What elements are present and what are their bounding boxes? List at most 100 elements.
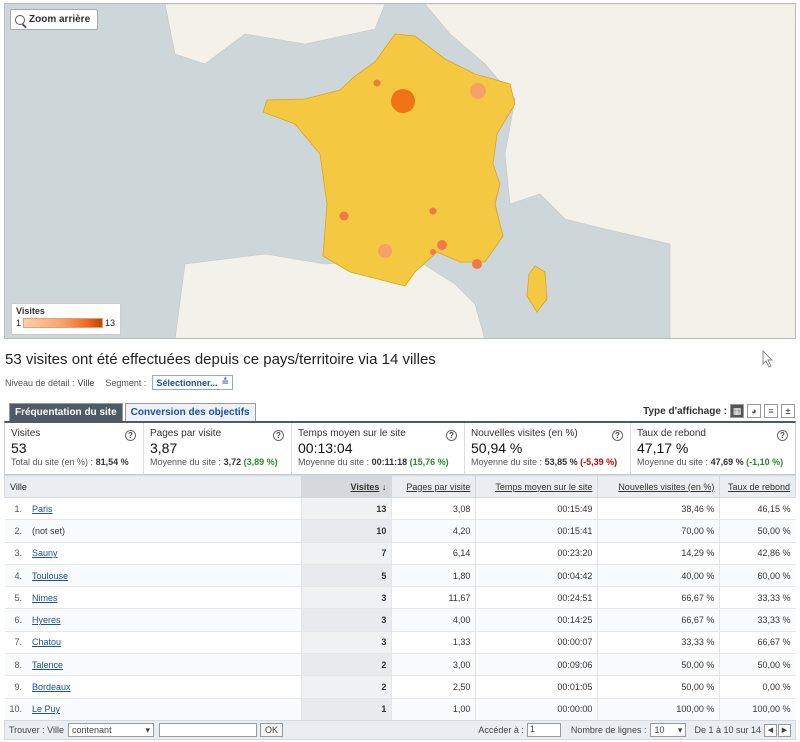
table-row: 5. Nimes 3 11,67 00:24:51 66,67 % 33,33 % <box>4 586 796 610</box>
range-label: De 1 à 10 sur 14 <box>694 725 761 735</box>
geo-map[interactable]: Zoom arrière Visites 1 13 <box>4 3 796 339</box>
pages-cell: 3,08 <box>391 497 476 521</box>
bubble-nimes[interactable] <box>437 240 447 250</box>
metric-value: 53 <box>11 440 27 456</box>
city-link[interactable]: Le Puy <box>32 704 60 714</box>
help-icon[interactable]: ? <box>273 430 284 441</box>
mouse-cursor-icon <box>762 350 774 368</box>
neighbors-south <box>174 253 485 338</box>
bubble-toulouse[interactable] <box>378 244 392 258</box>
help-icon[interactable]: ? <box>446 430 457 441</box>
compare-view-icon[interactable]: ± <box>781 404 795 418</box>
prev-page-button[interactable]: ◀ <box>764 723 777 737</box>
col-visits-link[interactable]: Visites <box>350 482 379 492</box>
table-footer: Trouver : Ville contenant ▾ OK Accéder à … <box>4 720 796 740</box>
zoom-out-button[interactable]: Zoom arrière <box>10 9 99 30</box>
tab-site-usage[interactable]: Fréquentation du site <box>9 403 123 421</box>
bounce-cell: 66,67 % <box>719 631 796 655</box>
metric-label: Temps moyen sur le site <box>298 428 406 439</box>
metric-bounce-rate: Taux de rebond 47,17 % Moyenne du site :… <box>631 423 795 474</box>
metric-value: 3,87 <box>150 440 178 456</box>
time-cell: 00:01:05 <box>475 675 598 699</box>
col-new-visits[interactable]: Nouvelles visites (en %) <box>597 475 721 498</box>
legend-title: Visites <box>16 306 45 316</box>
city-cell: Paris <box>27 497 302 521</box>
help-icon[interactable]: ? <box>612 430 623 441</box>
table-view-icon[interactable]: ▦ <box>730 404 744 418</box>
help-icon[interactable]: ? <box>125 430 136 441</box>
col-time[interactable]: Temps moyen sur le site <box>475 475 599 498</box>
col-pages[interactable]: Pages par visite <box>391 475 477 498</box>
rows-label: Nombre de lignes : <box>570 725 647 735</box>
bubble-chatou[interactable] <box>470 83 486 99</box>
page-title: 53 visites ont été effectuées depuis ce … <box>5 351 436 368</box>
map-canvas <box>164 4 795 338</box>
ok-button[interactable]: OK <box>260 723 284 737</box>
visits-cell: 3 <box>301 586 392 610</box>
bubble-paris[interactable] <box>391 89 415 113</box>
bounce-cell: 100,00 % <box>719 698 796 721</box>
bar-view-icon[interactable]: ≡ <box>764 404 778 418</box>
rows-select[interactable]: 10 ▾ <box>650 723 687 737</box>
bounce-cell: 60,00 % <box>719 564 796 588</box>
bubble-hyeres[interactable] <box>472 259 482 269</box>
city-link[interactable]: Toulouse <box>32 571 68 581</box>
level-value[interactable]: Ville <box>78 378 95 388</box>
row-number: 9. <box>4 675 28 699</box>
city-link[interactable]: Nimes <box>32 593 58 603</box>
metric-sub: Moyenne du site : 47,69 % (-1,10 %) <box>637 457 784 467</box>
city-table: Ville Visites ↓ Pages par visite Temps m… <box>3 475 796 721</box>
city-link[interactable]: Chatou <box>32 637 61 647</box>
help-icon[interactable]: ? <box>777 430 788 441</box>
city-cell: Nimes <box>27 586 302 610</box>
new-visits-cell: 40,00 % <box>597 564 720 588</box>
row-number: 7. <box>4 631 28 655</box>
match-type-select[interactable]: contenant ▾ <box>68 723 155 737</box>
row-number: 4. <box>4 564 28 588</box>
chevron-down-icon: ▾ <box>677 724 683 735</box>
col-bounce-link[interactable]: Taux de rebond <box>728 482 790 492</box>
detail-level-bar: Niveau de détail : Ville Segment : Sélec… <box>5 375 234 390</box>
city-cell: Le Puy <box>27 698 302 721</box>
segment-dropdown[interactable]: Sélectionner... ≛ <box>152 375 234 390</box>
table-row: 1. Paris 13 3,08 00:15:49 38,46 % 46,15 % <box>4 497 796 521</box>
pie-view-icon[interactable]: ◕ <box>747 404 761 418</box>
city-link[interactable]: Paris <box>32 504 53 514</box>
next-page-button[interactable]: ▶ <box>778 723 791 737</box>
bubble-bordeaux[interactable] <box>339 211 349 221</box>
city-link[interactable]: Talence <box>32 660 63 670</box>
tab-goal-conversion[interactable]: Conversion des objectifs <box>124 403 256 421</box>
bubble-le-puy[interactable] <box>429 207 437 215</box>
bubble-city[interactable] <box>430 249 436 255</box>
col-pages-link[interactable]: Pages par visite <box>406 482 470 492</box>
visits-cell: 2 <box>301 675 392 699</box>
legend-max: 13 <box>105 318 116 328</box>
find-input[interactable] <box>159 723 258 737</box>
pages-cell: 4,20 <box>391 519 476 543</box>
bounce-cell: 0,00 % <box>719 675 796 699</box>
goto-input[interactable]: 1 <box>526 723 561 737</box>
bubble-city[interactable] <box>373 79 381 87</box>
city-link[interactable]: Hyeres <box>32 615 61 625</box>
city-cell: Talence <box>27 653 302 677</box>
segment-label: Segment : <box>105 377 147 388</box>
metric-avg-time: Temps moyen sur le site 00:13:04 Moyenne… <box>292 423 465 474</box>
new-visits-cell: 66,67 % <box>597 586 720 610</box>
city-link[interactable]: Sauny <box>32 548 58 558</box>
visits-cell: 1 <box>301 698 392 721</box>
segment-value: Sélectionner... <box>156 377 218 388</box>
city-link[interactable]: Bordeaux <box>32 682 71 692</box>
metric-value: 00:13:04 <box>298 440 353 456</box>
pages-cell: 3,00 <box>391 653 476 677</box>
col-new-visits-link[interactable]: Nouvelles visites (en %) <box>618 482 714 492</box>
metric-new-visits: Nouvelles visites (en %) 50,94 % Moyenne… <box>465 423 631 474</box>
col-visits[interactable]: Visites ↓ <box>301 475 393 498</box>
col-time-link[interactable]: Temps moyen sur le site <box>495 482 592 492</box>
visits-cell: 7 <box>301 542 392 565</box>
bounce-cell: 33,33 % <box>719 608 796 632</box>
col-bounce[interactable]: Taux de rebond <box>719 475 796 498</box>
bounce-cell: 33,33 % <box>719 586 796 610</box>
table-row: 8. Talence 2 3,00 00:09:06 50,00 % 50,00 % <box>4 653 796 677</box>
time-cell: 00:14:25 <box>475 608 598 632</box>
metric-pages-per-visit: Pages par visite 3,87 Moyenne du site : … <box>144 423 292 474</box>
